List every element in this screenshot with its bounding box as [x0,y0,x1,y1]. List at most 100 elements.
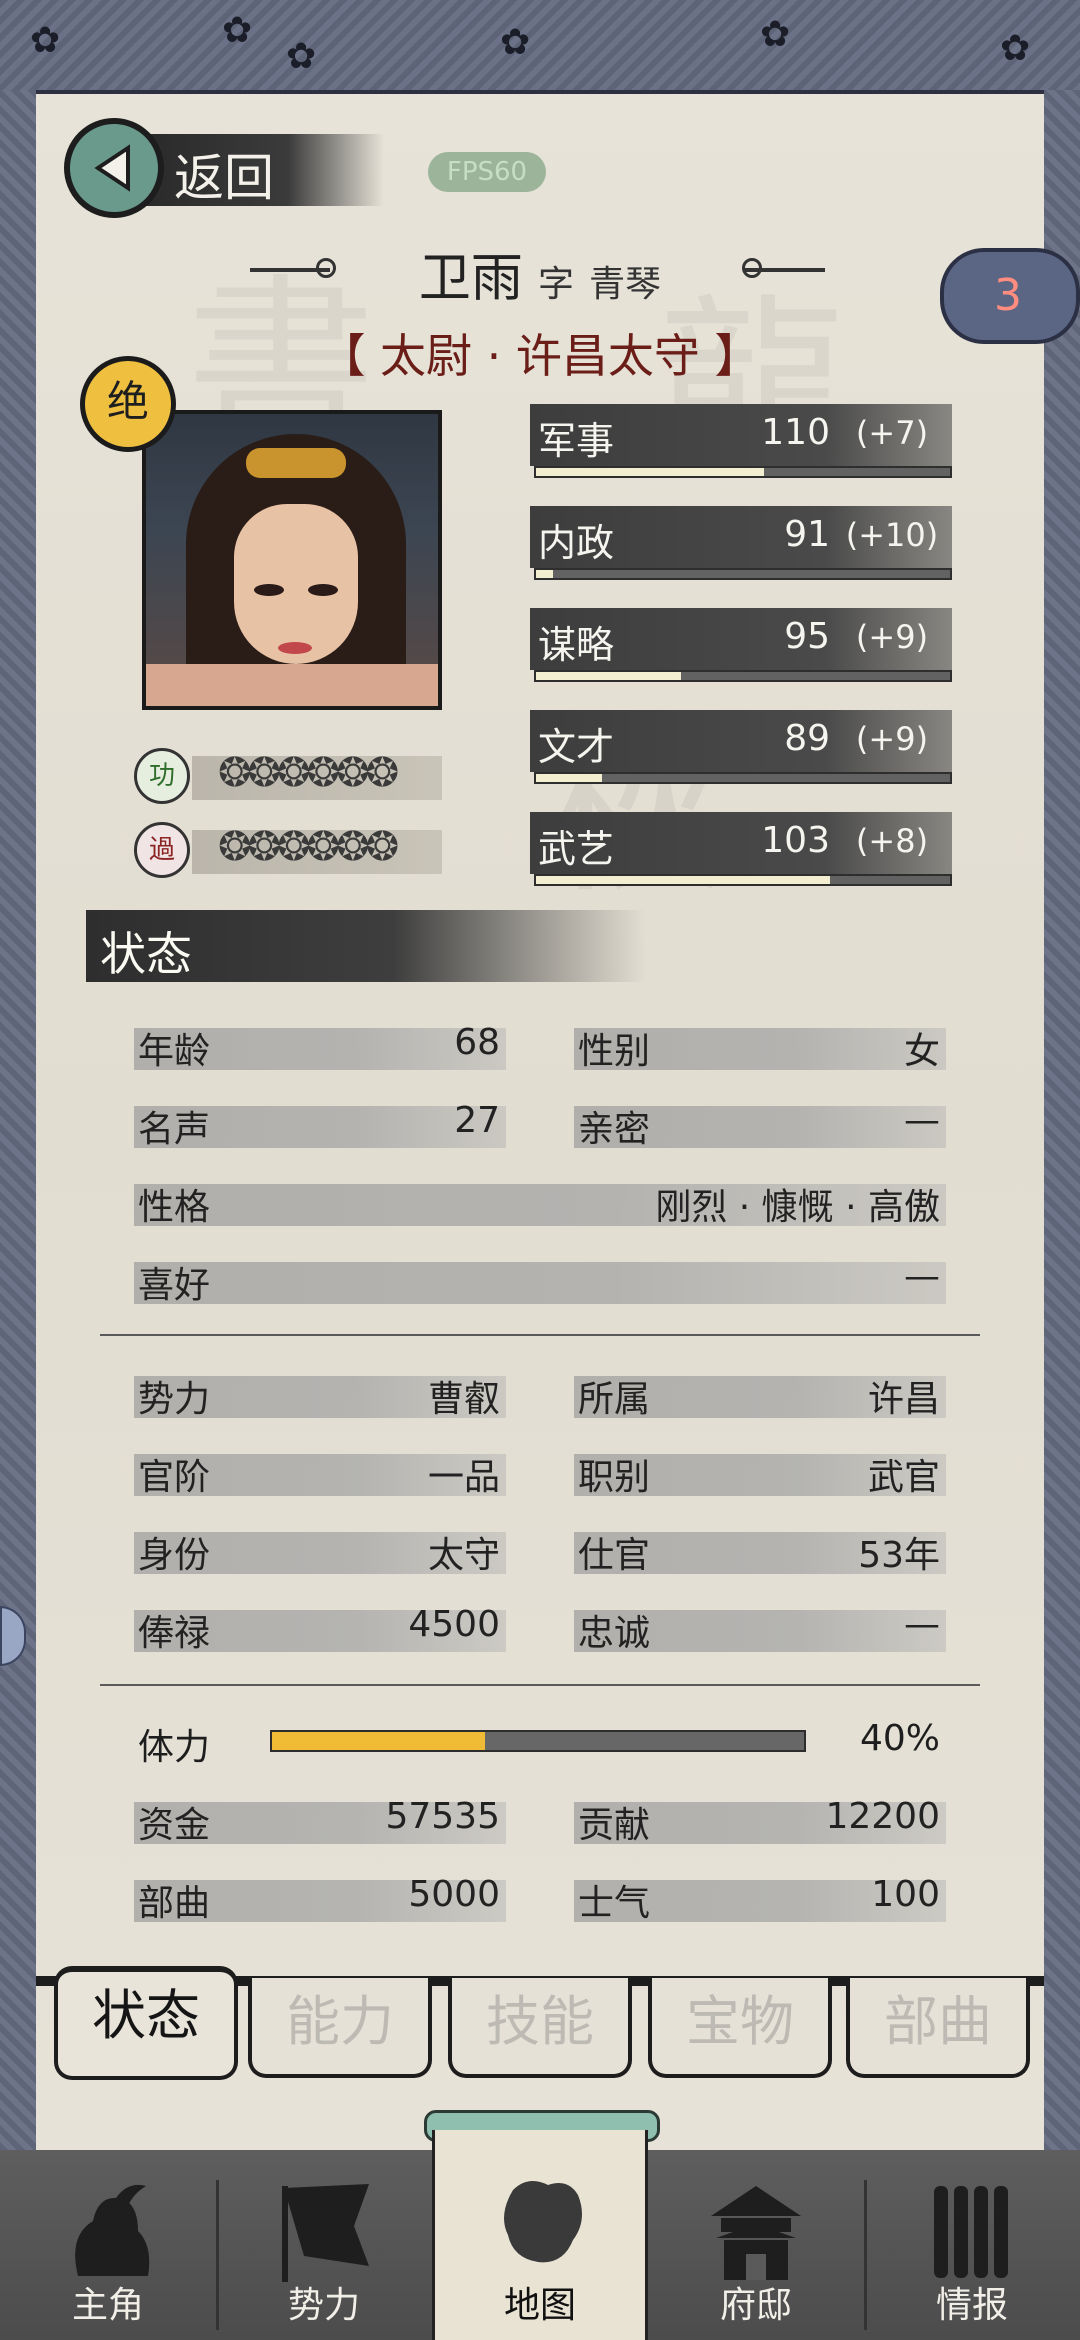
attribute-bar [534,670,952,682]
stat-value: 一品 [427,1457,500,1498]
stat-row-identity: 身份 太守 [134,1520,506,1580]
character-portrait[interactable] [142,410,442,710]
stat-value: — [904,1604,940,1645]
stat-value: — [904,1100,940,1141]
nav-protagonist[interactable]: 主角 [0,2150,216,2340]
attribute-martial: 武艺 103 (+8) [530,812,952,894]
tab-treasure[interactable]: 宝物 [648,1978,832,2078]
flower-ornament-icon: ✿ [760,14,791,55]
tab-troops[interactable]: 部曲 [846,1978,1030,2078]
tab-skill[interactable]: 技能 [448,1978,632,2078]
stat-label: 名声 [138,1109,211,1150]
merit-row: 功 ❂❂❂❂❂❂ [134,748,464,804]
portrait-eye [308,584,338,596]
cloud-counter-badge[interactable]: 3 [940,248,1080,344]
attribute-bonus: (+9) [855,720,929,758]
stat-label: 势力 [138,1379,211,1420]
nav-mansion[interactable]: 府邸 [648,2150,864,2340]
tab-status[interactable]: 状态 [54,1966,238,2080]
back-button[interactable]: 返回 [64,118,384,218]
attribute-bar-fill [536,672,681,680]
tab-ability[interactable]: 能力 [248,1978,432,2078]
stat-row-post: 职别 武官 [574,1442,946,1502]
attribute-value: 95 [784,616,830,657]
attribute-value: 91 [784,514,830,555]
stat-value: 许昌 [867,1379,940,1420]
stat-label: 仕官 [578,1535,651,1576]
stat-label: 忠诚 [578,1613,651,1654]
stat-row-rank: 官阶 一品 [134,1442,506,1502]
stat-row-salary: 俸禄 4500 [134,1598,506,1658]
portrait-robe [146,664,438,706]
stat-label: 贡献 [578,1805,651,1846]
stat-label: 资金 [138,1805,211,1846]
stat-value: 武官 [867,1457,940,1498]
merit-icon: 功 [134,748,190,804]
stat-label: 亲密 [578,1109,651,1150]
attribute-bar [534,874,952,886]
attribute-label: 谋略 [538,623,615,667]
stat-value: 5000 [408,1874,500,1915]
stat-row-funds: 资金 57535 [134,1790,506,1850]
stat-row-contribution: 贡献 12200 [574,1790,946,1850]
attribute-bonus: (+10) [845,516,939,554]
stat-row-age: 年龄 68 [134,1016,506,1076]
stamina-value: 40% [859,1718,940,1759]
map-icon [504,2181,582,2263]
nav-label: 地图 [503,2285,576,2326]
grade-badge: 绝 [80,356,176,452]
attribute-military: 军事 110 (+7) [530,404,952,486]
fault-icon: 過 [134,822,190,878]
cloud-count: 3 [994,270,1022,321]
fps-counter: FPS60 [428,152,546,192]
bamboo-scroll-icon [934,2186,1008,2278]
status-heading-label: 状态 [100,927,192,981]
attribute-bonus: (+7) [855,414,929,452]
attribute-value: 103 [761,820,830,861]
stat-label: 所属 [578,1379,651,1420]
stat-label: 喜好 [138,1265,211,1306]
merit-swirl-icons: ❂❂❂❂❂❂ [218,750,399,796]
stat-row-personality: 性格 刚烈 · 慷慨 · 高傲 [134,1172,946,1232]
nav-label: 主角 [71,2285,144,2326]
stat-label: 士气 [578,1883,651,1924]
fault-row: 過 ❂❂❂❂❂❂ [134,822,464,878]
stat-row-belong: 所属 许昌 [574,1364,946,1424]
attribute-bar-fill [536,876,830,884]
nav-faction[interactable]: 势力 [216,2150,432,2340]
stat-value: 4500 [408,1604,500,1645]
stat-row-morale: 士气 100 [574,1868,946,1928]
nav-map[interactable]: 地图 [432,2130,648,2340]
stat-label: 性别 [578,1031,651,1072]
right-border [1041,90,1080,2150]
attribute-bar [534,568,952,580]
attribute-strategy: 谋略 95 (+9) [530,608,952,690]
stat-value: 57535 [385,1796,500,1837]
attribute-bonus: (+9) [855,618,929,656]
attribute-bonus: (+8) [855,822,929,860]
mansion-icon [711,2186,801,2280]
stat-row-fame: 名声 27 [134,1094,506,1154]
stat-label: 部曲 [138,1883,211,1924]
portrait-eye [254,584,284,596]
attribute-label: 文才 [538,725,615,769]
character-name: 卫雨 [418,249,523,309]
section-divider [100,1334,980,1336]
nav-intel[interactable]: 情报 [864,2150,1080,2340]
attribute-politics: 内政 91 (+10) [530,506,952,588]
stat-label: 性格 [138,1187,211,1228]
stat-value: 女 [903,1031,940,1072]
stat-value: 27 [454,1100,500,1141]
portrait-crown [246,448,346,478]
stat-label: 官阶 [138,1457,211,1498]
status-section-heading: 状态 [86,910,646,982]
flower-ornament-icon: ✿ [222,10,253,51]
flower-ornament-icon: ✿ [30,20,61,61]
stat-label: 年龄 [138,1031,211,1072]
attribute-label: 武艺 [538,827,615,871]
attribute-bar-fill [536,570,553,578]
row-band [134,1262,946,1304]
stat-row-troops: 部曲 5000 [134,1868,506,1928]
courtesy-name: 青琴 [589,264,662,305]
nav-label: 府邸 [719,2285,792,2326]
